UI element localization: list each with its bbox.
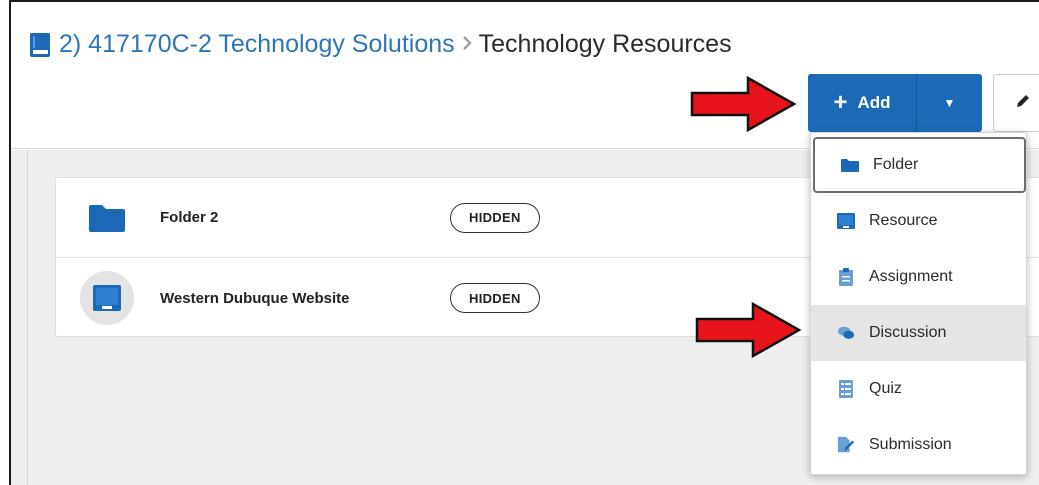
content-divider — [27, 150, 28, 485]
pencil-icon — [1014, 92, 1032, 115]
quiz-list-icon — [837, 380, 855, 398]
red-arrow-icon — [695, 302, 802, 358]
caret-down-icon: ▼ — [943, 96, 956, 110]
list-item-title[interactable]: Folder 2 — [160, 209, 218, 226]
menu-item-submission[interactable]: Submission — [811, 417, 1026, 473]
resource-icon — [80, 271, 134, 325]
edit-button[interactable] — [993, 74, 1039, 132]
menu-item-resource[interactable]: Resource — [811, 193, 1026, 249]
menu-item-label: Assignment — [869, 268, 953, 285]
page-header: 2) 417170C-2 Technology Solutions Techno… — [11, 2, 1039, 149]
book-icon — [29, 32, 51, 58]
menu-item-assignment[interactable]: Assignment — [811, 249, 1026, 305]
hidden-badge: HIDDEN — [450, 283, 540, 313]
breadcrumb-separator — [461, 32, 473, 58]
breadcrumb: 2) 417170C-2 Technology Solutions Techno… — [29, 30, 732, 59]
menu-item-quiz[interactable]: Quiz — [811, 361, 1026, 417]
window-frame: 2) 417170C-2 Technology Solutions Techno… — [9, 0, 1039, 485]
chat-bubbles-icon — [837, 324, 855, 342]
menu-item-label: Resource — [869, 212, 938, 229]
add-dropdown-toggle[interactable]: ▼ — [916, 74, 982, 132]
folder-icon — [82, 193, 132, 243]
page-title: Technology Resources — [478, 30, 732, 58]
menu-item-label: Folder — [873, 156, 919, 173]
clipboard-icon — [837, 268, 855, 286]
red-arrow-icon — [690, 76, 797, 132]
add-button-group: + Add ▼ — [808, 74, 982, 132]
menu-item-label: Quiz — [869, 380, 902, 397]
list-item-title[interactable]: Western Dubuque Website — [160, 290, 349, 307]
folder-icon — [841, 156, 859, 174]
breadcrumb-parent-link[interactable]: 2) 417170C-2 Technology Solutions — [59, 30, 455, 59]
plus-icon: + — [833, 89, 848, 116]
hidden-badge: HIDDEN — [450, 202, 540, 233]
add-button[interactable]: + Add — [808, 74, 916, 132]
resource-icon — [837, 212, 855, 230]
add-menu: Folder Resource Assignment Discussion Qu… — [810, 132, 1027, 475]
menu-item-discussion[interactable]: Discussion — [811, 305, 1026, 361]
submission-icon — [837, 436, 855, 454]
menu-item-label: Submission — [869, 436, 952, 453]
add-button-label: Add — [857, 93, 891, 112]
menu-item-folder[interactable]: Folder — [813, 137, 1026, 193]
menu-item-label: Discussion — [869, 324, 947, 341]
